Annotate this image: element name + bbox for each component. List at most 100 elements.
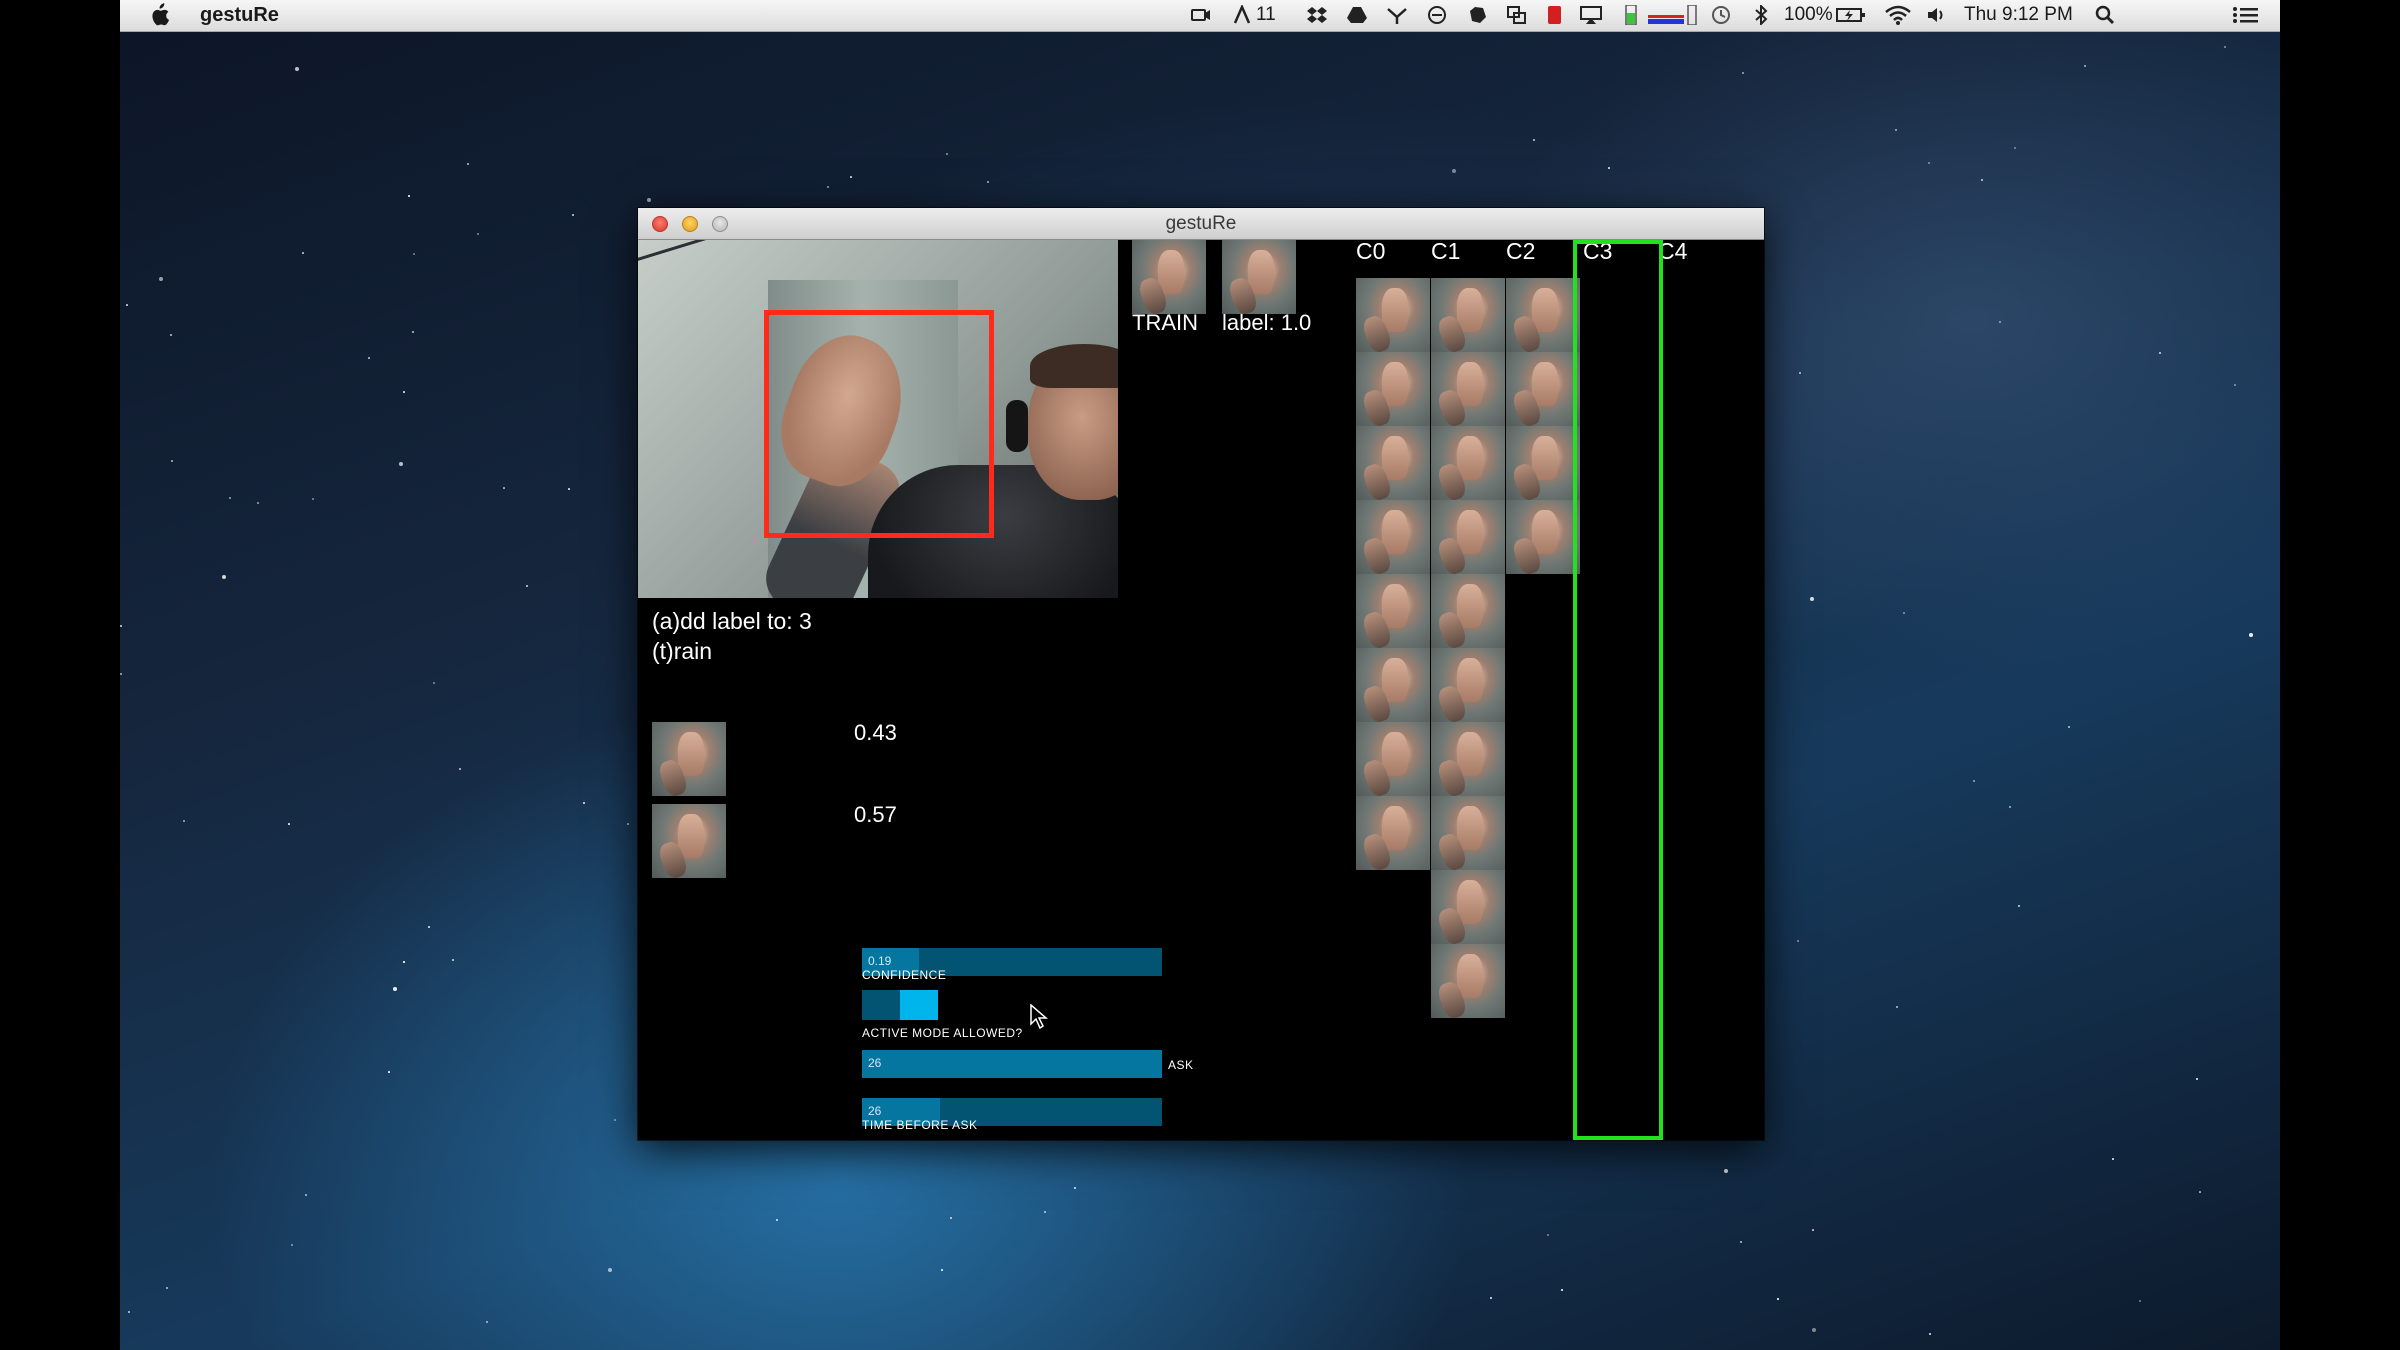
star [257, 502, 259, 504]
apple-menu-icon[interactable] [148, 3, 170, 27]
star [393, 987, 397, 991]
star [1929, 1333, 1931, 1335]
star [412, 331, 414, 333]
star [486, 1321, 488, 1323]
red-app-icon[interactable] [1544, 5, 1566, 25]
screens-icon[interactable] [1506, 5, 1528, 25]
star [1452, 169, 1456, 173]
class-sample-thumbnail [1431, 944, 1505, 1018]
do-not-disturb-icon[interactable] [1426, 5, 1448, 25]
bluetooth-icon[interactable] [1750, 5, 1772, 25]
app-name-menu[interactable]: gestuRe [200, 4, 279, 27]
current-sample-thumbnail [1132, 240, 1206, 314]
volume-icon[interactable] [1926, 5, 1948, 25]
class-header-c2[interactable]: C2 [1506, 240, 1535, 265]
active-mode-toggle-on [900, 990, 938, 1020]
star [1724, 1169, 1728, 1173]
airplay-icon[interactable] [1580, 5, 1602, 25]
camera-icon[interactable] [1190, 5, 1212, 25]
memory-meter-icon[interactable] [1620, 5, 1642, 25]
star [2249, 633, 2253, 637]
confidence-label: CONFIDENCE [862, 968, 947, 982]
window-titlebar[interactable]: gestuRe [638, 208, 1764, 240]
network-tool-icon[interactable] [1386, 5, 1408, 25]
star [2159, 352, 2161, 354]
evernote-icon[interactable] [1466, 5, 1488, 25]
star [467, 163, 469, 165]
class-sample-thumbnail [1431, 278, 1505, 352]
star [2018, 905, 2020, 907]
star [1895, 129, 1897, 131]
star [403, 391, 405, 393]
google-drive-icon[interactable] [1346, 5, 1368, 25]
star [1547, 1234, 1549, 1236]
ask-slider[interactable]: 26 [862, 1050, 1162, 1078]
star [1928, 162, 1930, 164]
menu-bar: gestuRe 11 100% Thu 9:12 PM [120, 0, 2280, 32]
star [614, 1119, 616, 1121]
confidence-value: 0.19 [868, 954, 892, 968]
menubar-clock[interactable]: Thu 9:12 PM [1964, 4, 2073, 26]
star [222, 575, 226, 579]
star [1490, 1297, 1492, 1299]
star [627, 823, 629, 825]
star [946, 153, 948, 155]
star [776, 1219, 778, 1221]
star [302, 252, 304, 254]
star [312, 498, 314, 500]
time-machine-icon[interactable] [1710, 5, 1732, 25]
selected-class-column[interactable] [1573, 240, 1663, 1140]
notification-center-icon[interactable] [2232, 5, 2260, 25]
mouse-cursor-icon [1030, 1004, 1048, 1030]
adobe-icon[interactable] [1232, 5, 1254, 25]
star [1810, 597, 1814, 601]
star [850, 176, 852, 178]
class-sample-thumbnail [1431, 722, 1505, 796]
battery-icon[interactable] [1836, 5, 1866, 25]
class-sample-thumbnail [1356, 278, 1430, 352]
star [2014, 147, 2016, 149]
star [2068, 726, 2070, 728]
class-header-c0[interactable]: C0 [1356, 240, 1385, 265]
star [1740, 1241, 1742, 1243]
class-sample-thumbnail [1431, 574, 1505, 648]
dropbox-icon[interactable] [1306, 5, 1328, 25]
class-sample-thumbnail [1431, 500, 1505, 574]
star [503, 487, 505, 489]
star [2009, 806, 2011, 808]
star [183, 820, 185, 822]
active-mode-toggle[interactable] [862, 990, 938, 1020]
star [1812, 1229, 1814, 1231]
wifi-icon[interactable] [1884, 5, 1912, 25]
star [1044, 1211, 1046, 1213]
star [1799, 372, 1801, 374]
star [647, 198, 651, 202]
class-sample-thumbnail [1506, 500, 1580, 574]
star [1973, 780, 1975, 782]
star [477, 233, 479, 235]
star [295, 67, 299, 71]
star [1999, 321, 2001, 323]
class-header-c1[interactable]: C1 [1431, 240, 1460, 265]
star [1608, 167, 1610, 169]
webcam-feed [638, 240, 1118, 598]
star [368, 357, 370, 359]
star [1533, 139, 1535, 141]
cpu-meter-icon[interactable] [1648, 5, 1698, 25]
star [2112, 1158, 2114, 1160]
prediction-thumbnail [652, 722, 726, 796]
star [2234, 384, 2236, 386]
star [2139, 1300, 2141, 1302]
star [1074, 1187, 1076, 1189]
star [291, 1244, 293, 1246]
star [1903, 612, 1905, 614]
class-sample-thumbnail [1431, 426, 1505, 500]
prediction-thumbnail [652, 804, 726, 878]
star [288, 823, 290, 825]
window-title: gestuRe [1165, 213, 1237, 234]
spotlight-search-icon[interactable] [2094, 5, 2116, 25]
menubar-count: 11 [1256, 4, 1276, 25]
app-canvas[interactable]: TRAIN label: 1.0 (a)dd label to: 3 (t)ra… [638, 240, 1764, 1140]
class-sample-thumbnail [1506, 426, 1580, 500]
star [159, 277, 163, 281]
